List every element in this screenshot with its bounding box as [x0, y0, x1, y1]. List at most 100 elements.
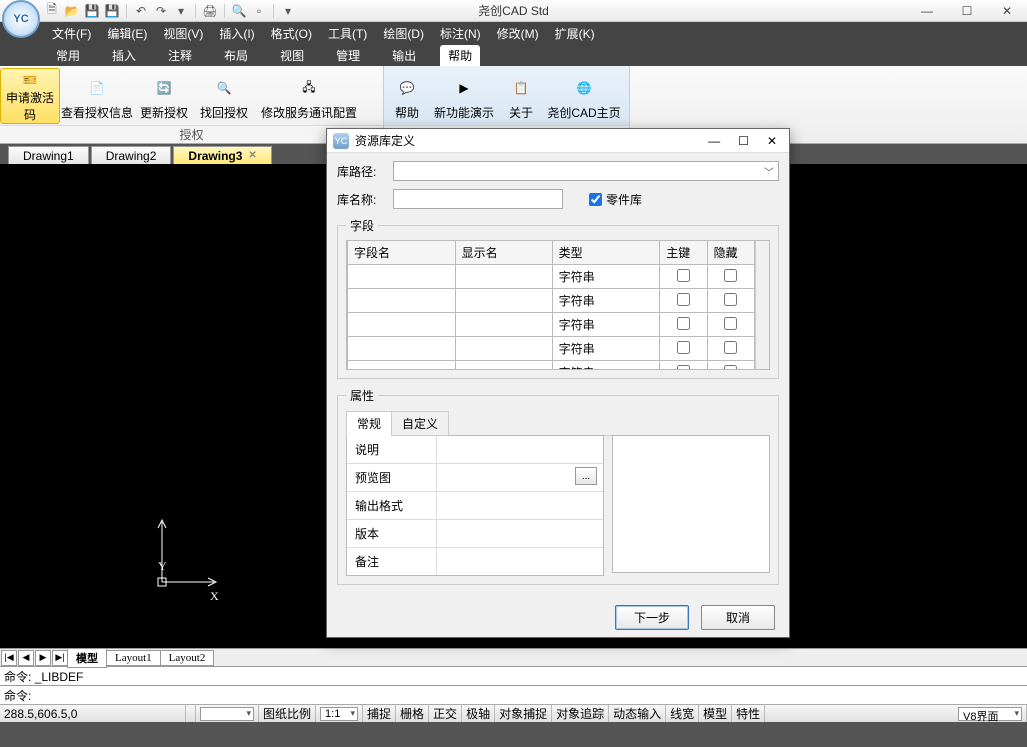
doc-tab-drawing2[interactable]: Drawing2 [91, 146, 172, 164]
about-button[interactable]: 📋 关于 [498, 68, 544, 124]
layout-nav-last[interactable]: ▶| [52, 650, 68, 666]
layout-tab-model[interactable]: 模型 [67, 648, 107, 668]
request-activation-code-button[interactable]: 🎫 申请激活码 [0, 68, 60, 124]
app-logo[interactable]: YC [2, 0, 40, 38]
status-layer-combo[interactable] [196, 705, 259, 722]
qat-saveas-icon[interactable]: 💾 [104, 3, 120, 19]
menu-edit[interactable]: 编辑(E) [103, 23, 151, 44]
ribbon-tab-manage[interactable]: 管理 [328, 45, 368, 66]
recover-license-button[interactable]: 🔍 找回授权 [194, 68, 254, 124]
menu-insert[interactable]: 插入(I) [215, 23, 258, 44]
table-row[interactable]: 字符串 [348, 265, 755, 289]
menu-modify[interactable]: 修改(M) [493, 23, 543, 44]
attr-row-preview[interactable]: 预览图... [347, 464, 603, 492]
fields-grid[interactable]: 字段名 显示名 类型 主键 隐藏 字符串 字符串 字符串 字符串 字符串 [346, 240, 770, 370]
status-toggle-lwt[interactable]: 线宽 [666, 705, 699, 722]
attr-row-outputformat[interactable]: 输出格式 [347, 492, 603, 520]
layout-nav-next[interactable]: ▶ [35, 650, 51, 666]
menu-draw[interactable]: 绘图(D) [379, 23, 428, 44]
qat-app-icon[interactable]: ▫ [251, 3, 267, 19]
layout-tab-layout1[interactable]: Layout1 [106, 650, 161, 666]
attr-tab-custom[interactable]: 自定义 [391, 411, 449, 436]
ribbon-tab-annotate[interactable]: 注释 [160, 45, 200, 66]
qat-dropdown-icon[interactable]: ▾ [173, 3, 189, 19]
qat-undo-icon[interactable]: ↶ [133, 3, 149, 19]
status-toggle-snap[interactable]: 捕捉 [363, 705, 396, 722]
doc-tab-drawing1[interactable]: Drawing1 [8, 146, 89, 164]
layout-nav-first[interactable]: |◀ [1, 650, 17, 666]
qat-save-icon[interactable]: 💾 [84, 3, 100, 19]
menu-tools[interactable]: 工具(T) [324, 23, 371, 44]
menu-file[interactable]: 文件(F) [48, 23, 95, 44]
pk-checkbox[interactable] [677, 293, 690, 306]
hidden-checkbox[interactable] [724, 269, 737, 282]
parts-lib-checkbox-input[interactable] [589, 193, 602, 206]
status-toggle-props[interactable]: 特性 [732, 705, 765, 722]
minimize-button[interactable]: — [907, 0, 947, 22]
table-row[interactable]: 字符串 [348, 361, 755, 371]
close-button[interactable]: ✕ [987, 0, 1027, 22]
status-toggle-polar[interactable]: 极轴 [462, 705, 495, 722]
parts-lib-checkbox[interactable]: 零件库 [589, 191, 642, 208]
lib-path-combo[interactable] [393, 161, 779, 181]
status-toggle-osnap[interactable]: 对象捕捉 [495, 705, 552, 722]
next-button[interactable]: 下一步 [615, 605, 689, 630]
status-toggle-otrack[interactable]: 对象追踪 [552, 705, 609, 722]
dialog-title-bar[interactable]: YC 资源库定义 — ☐ ✕ [327, 129, 789, 153]
cancel-button[interactable]: 取消 [701, 605, 775, 630]
lib-name-input[interactable] [393, 189, 563, 209]
qat-new-icon[interactable]: 🗎 [44, 3, 60, 19]
qat-customize-icon[interactable]: ▾ [280, 3, 296, 19]
qat-open-icon[interactable]: 📂 [64, 3, 80, 19]
status-ui-combo[interactable]: V8界面 [954, 705, 1027, 722]
hidden-checkbox[interactable] [724, 365, 737, 371]
whatsnew-button[interactable]: ▶ 新功能演示 [430, 68, 498, 124]
qat-search-icon[interactable]: 🔍 [231, 3, 247, 19]
attr-value[interactable] [437, 492, 603, 519]
attr-value[interactable] [437, 548, 603, 575]
table-row[interactable]: 字符串 [348, 313, 755, 337]
status-toggle-grid[interactable]: 栅格 [396, 705, 429, 722]
view-license-button[interactable]: 📄 查看授权信息 [60, 68, 134, 124]
command-input[interactable]: 命令: [0, 685, 1027, 704]
doc-tab-close-icon[interactable]: ✕ [248, 150, 256, 161]
layout-tab-layout2[interactable]: Layout2 [160, 650, 215, 666]
qat-redo-icon[interactable]: ↷ [153, 3, 169, 19]
ribbon-tab-insert[interactable]: 插入 [104, 45, 144, 66]
layout-nav-prev[interactable]: ◀ [18, 650, 34, 666]
attr-row-description[interactable]: 说明 [347, 436, 603, 464]
attr-value[interactable] [437, 436, 603, 463]
maximize-button[interactable]: ☐ [947, 0, 987, 22]
table-row[interactable]: 字符串 [348, 337, 755, 361]
attr-value[interactable] [437, 520, 603, 547]
menu-format[interactable]: 格式(O) [267, 23, 316, 44]
ribbon-tab-help[interactable]: 帮助 [440, 45, 480, 66]
table-row[interactable]: 字符串 [348, 289, 755, 313]
homepage-button[interactable]: 🌐 尧创CAD主页 [544, 68, 624, 124]
hidden-checkbox[interactable] [724, 341, 737, 354]
ribbon-tab-common[interactable]: 常用 [48, 45, 88, 66]
status-scale-combo[interactable]: 1:1 [316, 705, 363, 722]
pk-checkbox[interactable] [677, 341, 690, 354]
doc-tab-drawing3[interactable]: Drawing3 ✕ [173, 146, 271, 164]
ribbon-tab-view[interactable]: 视图 [272, 45, 312, 66]
dialog-close-button[interactable]: ✕ [767, 134, 777, 148]
help-button[interactable]: 💬 帮助 [384, 68, 430, 124]
pk-checkbox[interactable] [677, 365, 690, 371]
service-config-button[interactable]: 🖧 修改服务通讯配置 [254, 68, 364, 124]
hidden-checkbox[interactable] [724, 317, 737, 330]
qat-plot-icon[interactable]: 🖨 [202, 3, 218, 19]
browse-button[interactable]: ... [575, 467, 597, 485]
menu-view[interactable]: 视图(V) [159, 23, 207, 44]
attr-value[interactable]: ... [437, 464, 603, 491]
status-toggle-dyn[interactable]: 动态输入 [609, 705, 666, 722]
pk-checkbox[interactable] [677, 269, 690, 282]
attr-row-version[interactable]: 版本 [347, 520, 603, 548]
menu-extend[interactable]: 扩展(K) [551, 23, 599, 44]
menu-dimension[interactable]: 标注(N) [436, 23, 485, 44]
status-toggle-model[interactable]: 模型 [699, 705, 732, 722]
ribbon-tab-layout[interactable]: 布局 [216, 45, 256, 66]
dialog-minimize-button[interactable]: — [708, 134, 720, 148]
attr-tab-general[interactable]: 常规 [346, 411, 392, 436]
pk-checkbox[interactable] [677, 317, 690, 330]
